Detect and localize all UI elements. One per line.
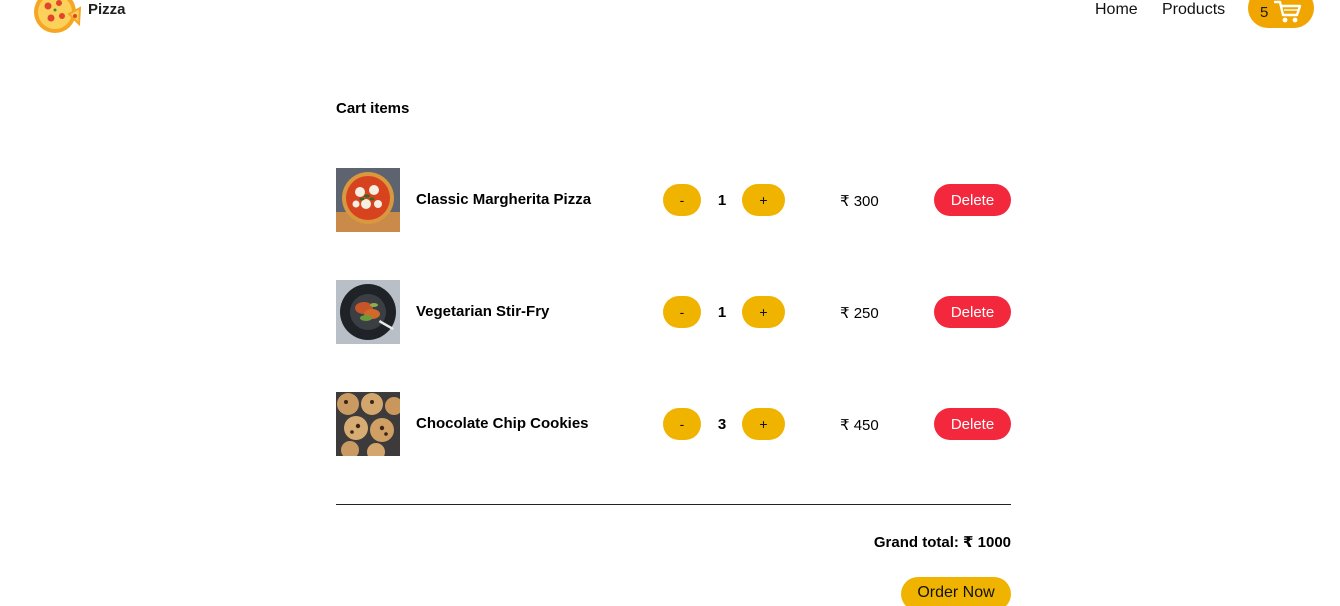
cookies-image xyxy=(336,392,400,456)
item-name: Classic Margherita Pizza xyxy=(416,191,592,208)
cart-button[interactable]: 5 xyxy=(1248,0,1314,28)
page: Pizza Home Products 5 Cart items Classic… xyxy=(0,0,1340,606)
increase-quantity-button[interactable]: + xyxy=(742,184,785,216)
navbar: Pizza Home Products 5 xyxy=(0,0,1340,36)
order-now-button[interactable]: Order Now xyxy=(901,577,1011,606)
margherita-pizza-image xyxy=(336,168,400,232)
stir-fry-image xyxy=(336,280,400,344)
pizza-logo-icon xyxy=(34,0,81,33)
delete-button[interactable]: Delete xyxy=(934,296,1011,328)
decrease-quantity-button[interactable]: - xyxy=(663,296,701,328)
item-price: ₹ 250 xyxy=(840,305,879,322)
item-price: ₹ 300 xyxy=(840,193,879,210)
logo[interactable] xyxy=(33,0,81,34)
item-quantity: 3 xyxy=(717,416,727,433)
delete-button[interactable]: Delete xyxy=(934,184,1011,216)
decrease-quantity-button[interactable]: - xyxy=(663,408,701,440)
item-name: Chocolate Chip Cookies xyxy=(416,415,589,432)
grand-total: Grand total: ₹ 1000 xyxy=(873,534,1011,551)
delete-button[interactable]: Delete xyxy=(934,408,1011,440)
cart-title: Cart items xyxy=(336,100,410,117)
cart-count-badge: 5 xyxy=(1260,3,1269,21)
cart-item: Chocolate Chip Cookies - 3 + ₹ 450 Delet… xyxy=(336,392,1011,456)
decrease-quantity-button[interactable]: - xyxy=(663,184,701,216)
divider xyxy=(336,504,1011,505)
cart-item: Vegetarian Stir-Fry - 1 + ₹ 250 Delete xyxy=(336,280,1011,344)
increase-quantity-button[interactable]: + xyxy=(742,296,785,328)
item-price: ₹ 450 xyxy=(840,417,879,434)
brand-name: Pizza xyxy=(88,1,126,18)
increase-quantity-button[interactable]: + xyxy=(742,408,785,440)
item-name: Vegetarian Stir-Fry xyxy=(416,303,550,320)
item-quantity: 1 xyxy=(717,192,727,209)
nav-products-link[interactable]: Products xyxy=(1162,1,1225,19)
item-quantity: 1 xyxy=(717,304,727,321)
nav-home-link[interactable]: Home xyxy=(1095,1,1138,19)
cart-item: Classic Margherita Pizza - 1 + ₹ 300 Del… xyxy=(336,168,1011,232)
shopping-cart-icon xyxy=(1274,0,1302,23)
